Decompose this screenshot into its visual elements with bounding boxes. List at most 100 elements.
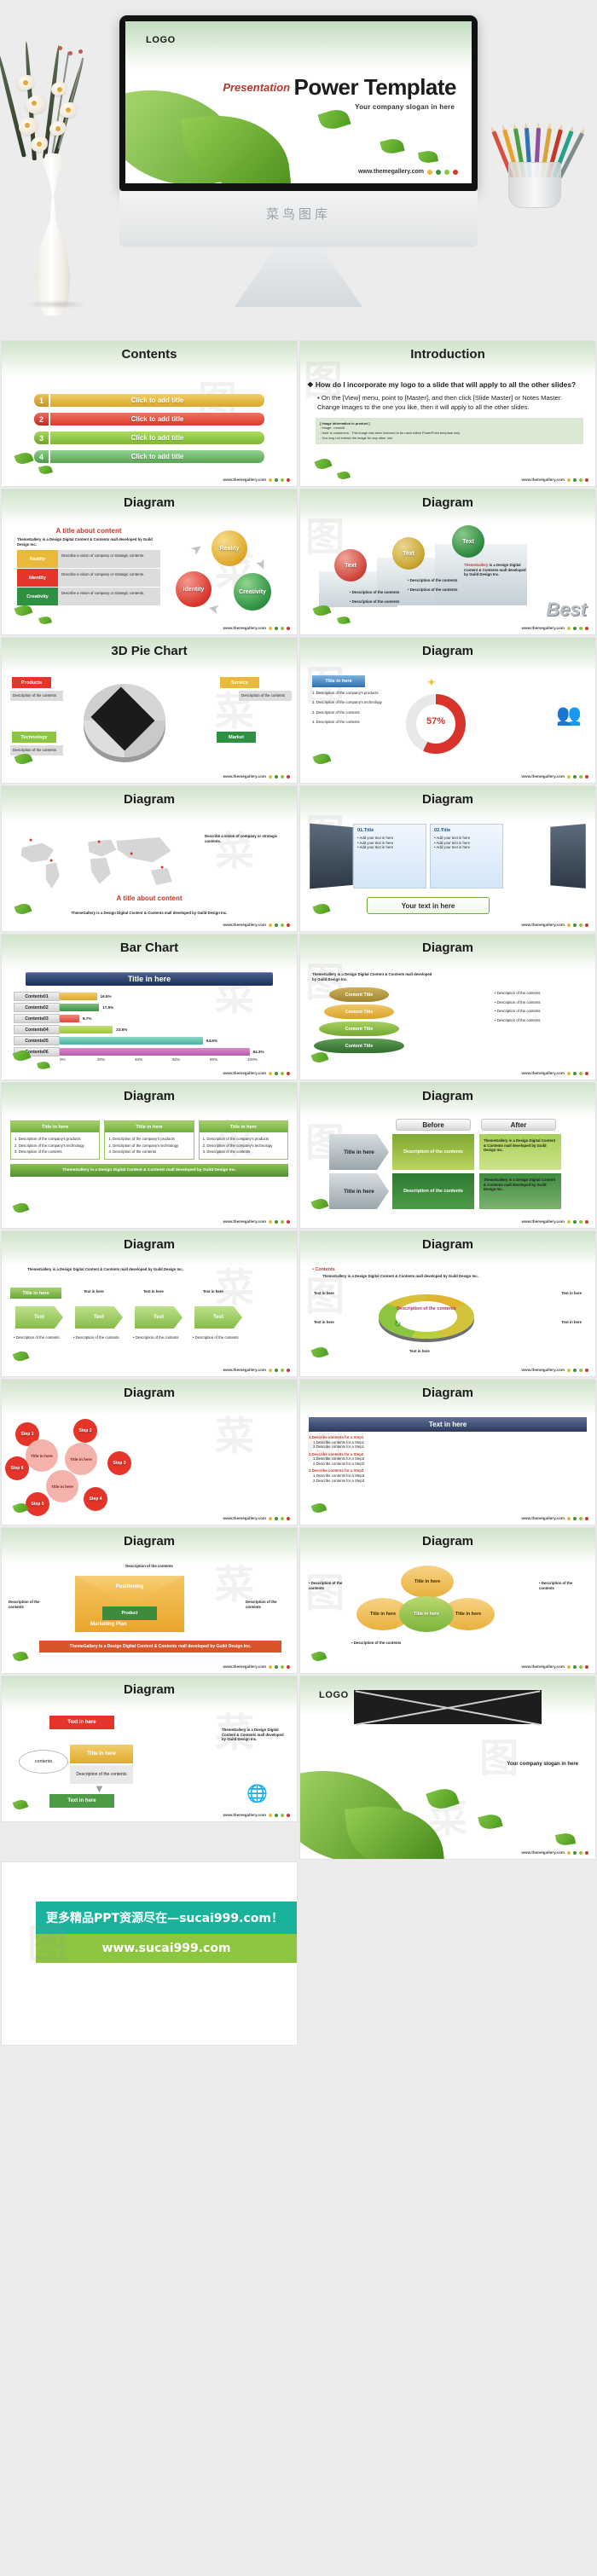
slide-title: Diagram — [421, 1237, 474, 1252]
map-caption: Describe a vision of company or strategi… — [205, 834, 278, 843]
footer-site: www.themegallery.com — [223, 626, 266, 630]
list-item[interactable]: 3 Click to add title — [34, 431, 264, 444]
slide-diagram-venn[interactable]: 图 Diagram Title in here Title in here Ti… — [300, 1528, 595, 1673]
slide-introduction[interactable]: 图 Introduction ❖ How do I incorporate my… — [300, 341, 595, 486]
slide-title: Diagram — [421, 1386, 474, 1400]
center-chip: Product — [102, 1606, 157, 1620]
hero-section: LOGO Presentation Power Template Your co… — [0, 0, 597, 341]
slide-logo: LOGO — [146, 35, 176, 45]
item-number: 1 — [34, 394, 49, 407]
item-number: 3 — [34, 431, 49, 444]
venn-desc: • Description of the contents — [539, 1581, 573, 1590]
map-pin-icon: ● — [130, 851, 134, 857]
footer-site: www.themegallery.com — [223, 1664, 266, 1669]
list-item[interactable]: 4 Click to add title — [34, 450, 264, 463]
row-desc: Describe a vision of company or strategi… — [58, 569, 160, 588]
slide-contents[interactable]: 图 Contents 1 Click to add title 2 Click … — [2, 341, 297, 486]
final-slogan: Your company slogan in here — [507, 1762, 578, 1767]
ring-label: Text in here — [409, 1349, 430, 1353]
slide-diagram-map[interactable]: 菜 Diagram ● ● ● ● ● Describe a vision of… — [2, 786, 297, 931]
panel: 01.Title • Add your text in here • Add y… — [353, 824, 426, 889]
column-heading: Title in here — [199, 1121, 287, 1132]
slide-diagram-columns[interactable]: 菜 Diagram Title in here 1. Description o… — [2, 1083, 297, 1228]
ring-label: Text in here — [561, 1291, 582, 1295]
item-label: Click to add title — [50, 450, 264, 463]
map-pin-icon: ● — [160, 865, 165, 871]
theme-text: ThemeGallery is a Design Digital Content… — [322, 1274, 478, 1278]
slide-diagram-steplist[interactable]: 图 Diagram Text in here 1.Describe conten… — [300, 1380, 595, 1525]
footer-site: www.themegallery.com — [521, 923, 565, 927]
pencil-cup-photo — [490, 109, 592, 211]
column-header: Before — [396, 1119, 471, 1131]
slide-diagram-panels[interactable]: 图 Diagram 01.Title • Add your text in he… — [300, 786, 595, 931]
cone-layer: Content Title — [324, 1004, 394, 1019]
row-desc: Description of the contents — [392, 1134, 474, 1170]
slide-title: Diagram — [123, 1534, 176, 1548]
footer-site: www.themegallery.com — [521, 626, 565, 630]
step-circle: Step 4 — [84, 1487, 107, 1511]
chevron-node: Text — [135, 1306, 183, 1329]
slide-title: Diagram — [421, 644, 474, 658]
pie-desc: Description of the contents — [10, 745, 63, 755]
leaf-art-small-2 — [380, 136, 405, 156]
pie-label: Products — [12, 677, 51, 688]
footer-site: www.themegallery.com — [223, 1813, 266, 1817]
step-node: Text — [392, 537, 425, 570]
step-item: 2.Describe contents for a Step2 1.Descri… — [309, 1451, 365, 1466]
step-circle: Step 5 — [26, 1492, 49, 1516]
step-circle: Step 2 — [73, 1419, 97, 1443]
x-tick: 60% — [172, 1057, 181, 1062]
right-desc: Description of the contents — [246, 1600, 277, 1609]
ring-label: Text in here — [314, 1320, 334, 1324]
list-item[interactable]: 1 Click to add title — [34, 394, 264, 407]
vase-shadow — [26, 300, 87, 309]
slide-diagram-circles[interactable]: 菜 Diagram Step 1 Step 2 Step 3 Step 4 St… — [2, 1380, 297, 1525]
slide-diagram-beforeafter[interactable]: 图 Diagram Before After Title in here Des… — [300, 1083, 595, 1228]
step-circle: Step 3 — [107, 1451, 131, 1475]
oval-left: contents — [19, 1750, 68, 1774]
slide-final-logo[interactable]: 图菜 LOGO Your company slogan in here www.… — [300, 1676, 595, 1859]
footer-site: www.themegallery.com — [223, 923, 266, 927]
slide-diagram-envelope[interactable]: 菜 Diagram Description of the contents Po… — [2, 1528, 297, 1673]
footer-site: www.themegallery.com — [521, 1071, 565, 1075]
theme-text: ThemeGallery is a Design Digital Content… — [17, 537, 153, 547]
footer-site: www.themegallery.com — [223, 1516, 266, 1520]
slide-grid: 图 Contents 1 Click to add title 2 Click … — [0, 341, 597, 2048]
pencil-cup — [508, 162, 561, 208]
value-label: 63.6% — [206, 1039, 217, 1043]
slide-diagram-arrowflow[interactable]: 菜 Diagram Text in here contents Title in… — [2, 1676, 297, 1821]
item-label: Click to add title — [50, 394, 264, 407]
people-icon: 👥 — [556, 703, 582, 726]
row-label: Identity — [17, 569, 58, 588]
list-item[interactable]: 2 Click to add title — [34, 413, 264, 425]
slide-diagram-steps[interactable]: 图 Diagram Text Text Text • Description o… — [300, 489, 595, 634]
template-showcase-page: LOGO Presentation Power Template Your co… — [0, 0, 597, 2048]
bottom-bar: ThemeGallery is a Design Digital Content… — [10, 1164, 288, 1178]
slide-promo[interactable]: 图 更多精品PPT资源尽在—sucai999.com！ www.sucai999… — [2, 1862, 297, 2045]
slide-title: Diagram — [421, 1534, 474, 1548]
slide-bar-chart[interactable]: 菜 Bar Chart Title in here Contents01 16.… — [2, 935, 297, 1080]
top-label: Text in here — [143, 1289, 164, 1294]
slide-pie-chart[interactable]: 菜 3D Pie Chart Products Service Technolo… — [2, 638, 297, 783]
footer-site: www.themegallery.com — [521, 478, 565, 482]
star-icon: ✦ — [426, 675, 437, 689]
cycle-node: Creativity — [234, 573, 271, 611]
leaf-art-small-1 — [317, 106, 351, 133]
chart-row: Contents05 63.6% — [14, 1035, 285, 1046]
slide-diagram-cycle[interactable]: 菜 Diagram A title about content ThemeGal… — [2, 489, 297, 634]
center-chip: Title in here — [70, 1745, 133, 1763]
slide-diagram-ring[interactable]: 图 Diagram • Contents ThemeGallery is a D… — [300, 1231, 595, 1376]
footer-site: www.themegallery.com — [223, 478, 266, 482]
slide-diagram-cones[interactable]: 图 Diagram ThemeGallery is a Design Digit… — [300, 935, 595, 1080]
category-label: Contents05 — [14, 1036, 60, 1045]
screen-top-band — [125, 21, 472, 71]
column-line: 3. Description of the contents — [202, 1149, 251, 1155]
row-desc: Describe a vision of company or strategi… — [58, 550, 160, 569]
note-line: - You may not extract the image for any … — [320, 436, 394, 441]
slide-title-block: Presentation Power Template — [125, 74, 456, 101]
slide-diagram-chevrons[interactable]: 菜 Diagram ThemeGallery is a Design Digit… — [2, 1231, 297, 1376]
cycle-node: Reality — [212, 530, 247, 566]
orchid-flowers — [0, 26, 101, 171]
slide-diagram-gauge[interactable]: 图 Diagram Title in here 1. Description o… — [300, 638, 595, 783]
box-title: Title in here — [312, 675, 365, 687]
